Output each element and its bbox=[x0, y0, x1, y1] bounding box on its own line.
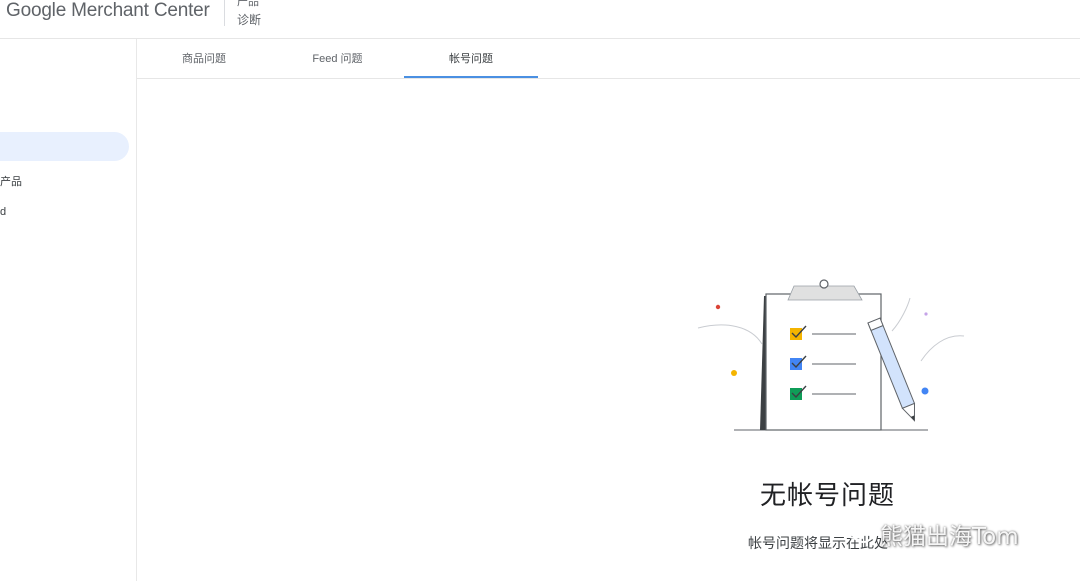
tab-account-issues[interactable]: 帐号问题 bbox=[404, 39, 538, 78]
app-title: Google Merchant Center bbox=[6, 0, 210, 21]
watermark: 熊猫出海Tom bbox=[844, 517, 1019, 551]
watermark-text: 熊猫出海Tom bbox=[880, 524, 1019, 550]
empty-state-title: 无帐号问题 bbox=[760, 481, 896, 511]
issue-tabs: 商品问题 Feed 问题 帐号问题 bbox=[137, 39, 1080, 79]
header-divider bbox=[224, 0, 225, 26]
sidebar-item-feed[interactable]: d bbox=[0, 206, 6, 218]
top-header: Google Merchant Center 产品 诊断 bbox=[0, 0, 1080, 39]
sidebar: 产品 d bbox=[0, 39, 137, 581]
breadcrumb-parent[interactable]: 产品 bbox=[237, 0, 259, 9]
app-logo[interactable]: Google Merchant Center bbox=[6, 0, 210, 22]
tab-item-issues[interactable]: 商品问题 bbox=[137, 39, 271, 78]
tab-feed-issues[interactable]: Feed 问题 bbox=[271, 39, 404, 78]
sidebar-item-products[interactable]: 产品 bbox=[0, 173, 22, 189]
clipboard-checklist-illustration bbox=[697, 279, 965, 431]
wechat-icon bbox=[844, 520, 874, 550]
active-tab-indicator bbox=[404, 76, 538, 78]
page-title: 诊断 bbox=[237, 13, 262, 27]
sidebar-item-active[interactable] bbox=[0, 132, 129, 161]
